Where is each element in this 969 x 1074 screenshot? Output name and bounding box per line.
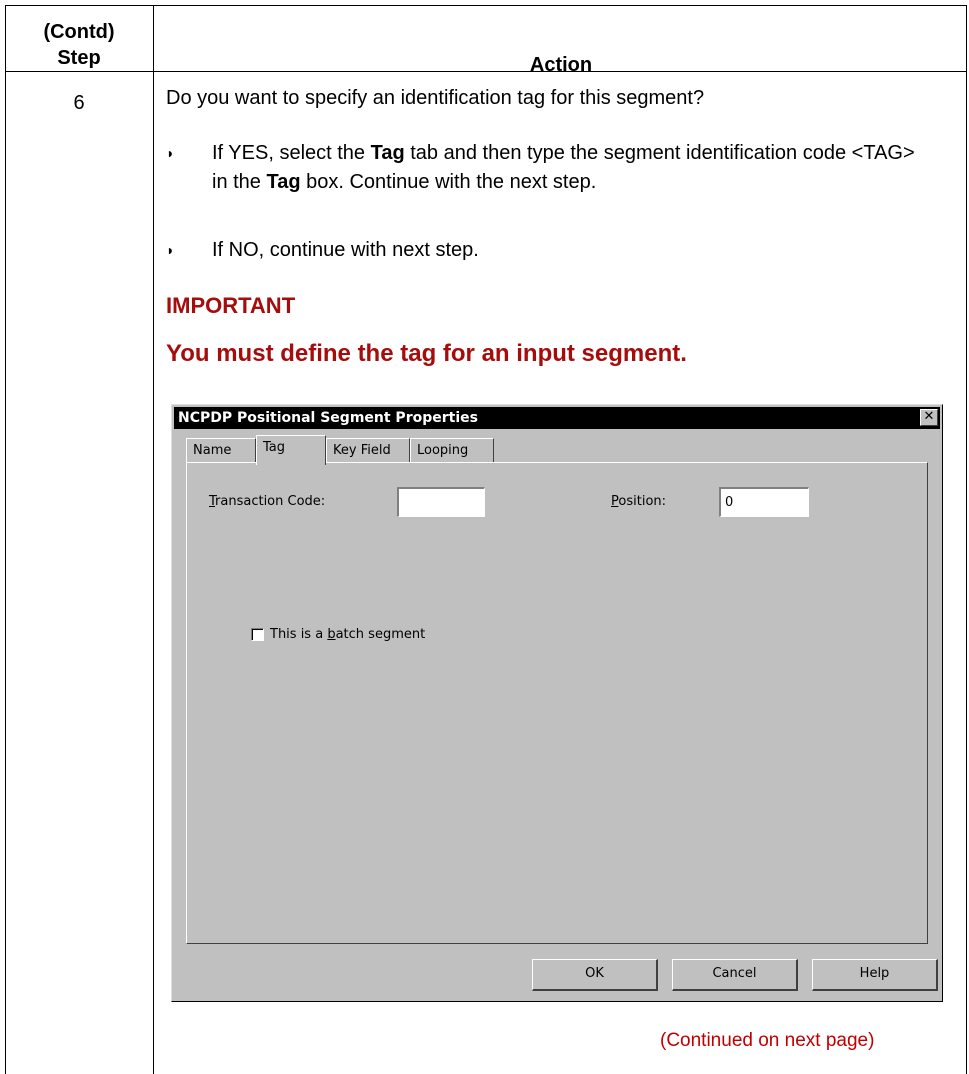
batch-label-pre: This is a [270,627,328,642]
step-number: 6 [73,92,85,114]
bullet-yes-tag-1: Tag [370,142,405,164]
bullet-marker: ◗ [166,242,175,258]
batch-label-accel: b [327,627,336,642]
tab-key-field[interactable]: Key Field [326,438,410,462]
close-icon: ✕ [923,409,935,424]
header-step-label: Step [57,47,101,69]
help-button[interactable]: Help [812,959,938,991]
tab-name[interactable]: Name [186,438,256,462]
bullet-yes-tag-2: Tag [266,171,301,193]
header-step: (Contd) Step [5,19,153,71]
continued-note: (Continued on next page) [660,1030,875,1051]
batch-label-post: atch segment [335,627,426,642]
transaction-code-input[interactable] [397,487,485,517]
segment-properties-dialog: NCPDP Positional Segment Properties ✕ Na… [171,404,943,1002]
tag-tab-panel: Transaction Code: Position: This is a ba… [186,462,928,944]
table-border-left [5,5,6,1074]
header-action: Action [529,54,593,76]
close-button[interactable]: ✕ [920,409,938,426]
bullet-marker: ◗ [166,145,175,161]
position-label-rest: osition: [618,494,667,509]
position-input[interactable] [719,487,809,517]
table-border-right [966,5,967,1074]
bullet-yes-text-3: box. Continue with the next step. [300,171,597,193]
tab-looping-label: Looping [417,443,469,458]
tab-key-field-label: Key Field [333,443,391,458]
table-border-top [5,5,967,6]
header-step-contd: (Contd) [43,21,115,43]
tab-name-label: Name [193,443,232,458]
bullet-yes-text: If YES, select the Tag tab and then type… [212,139,932,197]
tab-tag-label: Tag [263,440,286,455]
tab-looping[interactable]: Looping [410,438,494,462]
bullet-no-text: If NO, continue with next step. [212,239,479,261]
dialog-titlebar[interactable]: NCPDP Positional Segment Properties ✕ [174,407,940,429]
transaction-code-label-rest: ransaction Code: [215,494,326,509]
table-border-middle [153,5,154,1074]
important-text: You must define the tag for an input seg… [166,340,687,367]
important-heading: IMPORTANT [166,293,296,318]
batch-segment-option[interactable]: This is a batch segment [251,627,425,642]
position-label: Position: [611,494,666,509]
dialog-title: NCPDP Positional Segment Properties [178,410,478,426]
tab-tag[interactable]: Tag [256,435,326,465]
ok-button[interactable]: OK [532,959,658,991]
step-question: Do you want to specify an identification… [166,87,705,109]
batch-segment-checkbox[interactable] [251,628,264,641]
bullet-yes-text-1: If YES, select the [212,142,371,164]
cancel-button[interactable]: Cancel [672,959,798,991]
transaction-code-label: Transaction Code: [209,494,325,509]
